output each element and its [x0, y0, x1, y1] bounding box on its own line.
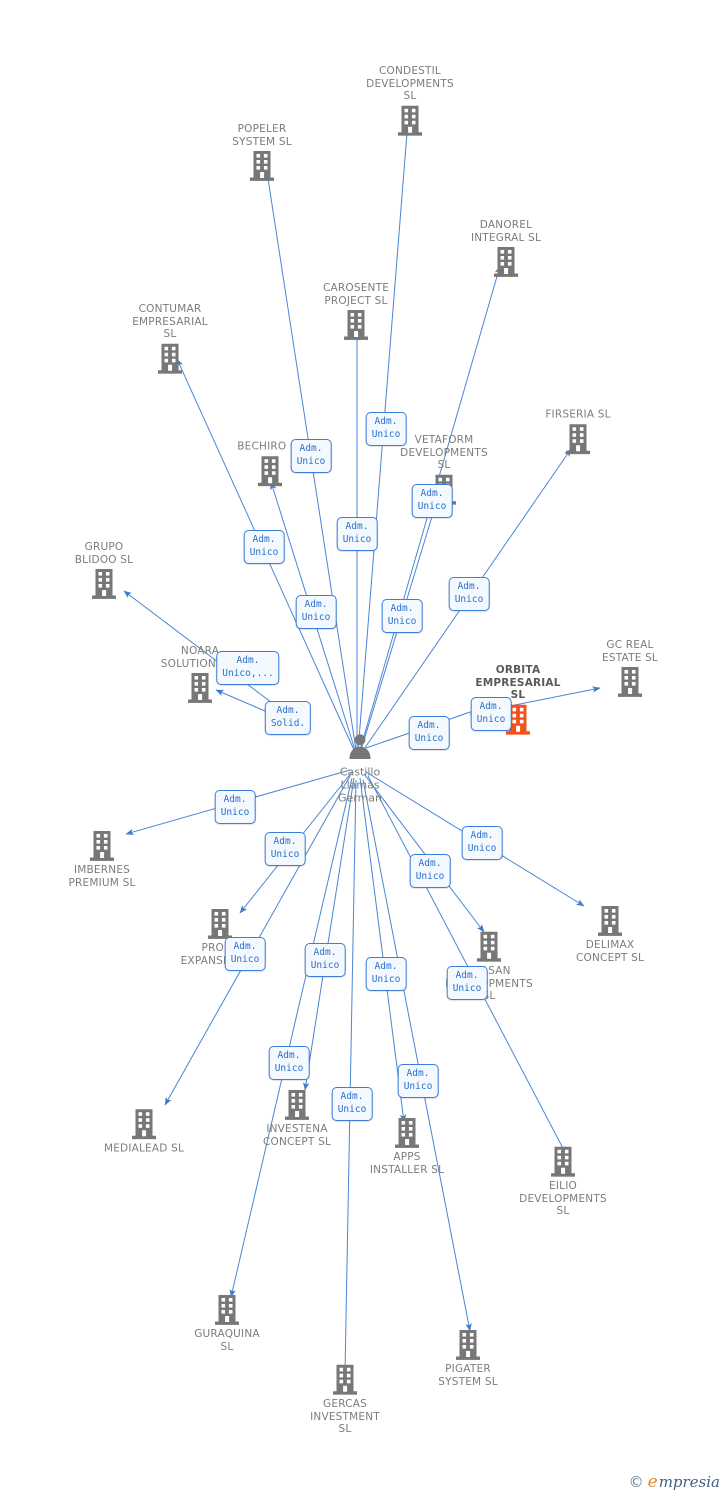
- building-icon: [474, 930, 504, 964]
- company-node-delimax[interactable]: DELIMAX CONCEPT SL: [545, 904, 675, 964]
- role-label-r16[interactable]: Adm. Unico: [409, 854, 451, 888]
- company-node-firseria[interactable]: FIRSERIA SL: [513, 408, 643, 456]
- building-icon: [563, 422, 593, 456]
- role-label-r6[interactable]: Adm. Unico: [448, 577, 490, 611]
- company-label: ORBITA EMPRESARIAL SL: [475, 663, 561, 701]
- role-label-r23[interactable]: Adm. Unico: [331, 1087, 373, 1121]
- building-icon: [255, 454, 285, 488]
- building-icon: [247, 149, 277, 183]
- role-label-r9[interactable]: Adm. Unico,...: [216, 651, 280, 685]
- company-label: GURAQUINA SL: [194, 1328, 260, 1353]
- building-icon: [185, 671, 215, 705]
- building-icon: [282, 1088, 312, 1122]
- company-node-pigater[interactable]: PIGATER SYSTEM SL: [403, 1328, 533, 1388]
- role-label-r4[interactable]: Adm. Unico: [243, 530, 285, 564]
- company-label: APPS INSTALLER SL: [369, 1151, 445, 1176]
- company-label: EILIO DEVELOPMENTS SL: [519, 1179, 607, 1217]
- company-node-gercas[interactable]: GERCAS INVESTMENT SL: [280, 1363, 410, 1436]
- role-label-r22[interactable]: Adm. Unico: [397, 1064, 439, 1098]
- role-label-r10[interactable]: Adm. Solid.: [264, 701, 312, 735]
- role-label-r20[interactable]: Adm. Unico: [446, 966, 488, 1000]
- building-icon: [341, 308, 371, 342]
- company-node-prasan[interactable]: PRASAN DEVELOPMENTS SL: [424, 930, 554, 1003]
- company-label: CONTUMAR EMPRESARIAL SL: [132, 302, 208, 340]
- building-icon: [89, 567, 119, 601]
- company-node-medialead[interactable]: MEDIALEAD SL: [79, 1107, 209, 1155]
- company-label: CONDESTIL DEVELOPMENTS SL: [366, 64, 454, 102]
- building-icon: [548, 1145, 578, 1179]
- role-label-r2[interactable]: Adm. Unico: [365, 412, 407, 446]
- role-label-r19[interactable]: Adm. Unico: [365, 957, 407, 991]
- company-node-apps[interactable]: APPS INSTALLER SL: [342, 1116, 472, 1176]
- role-label-r18[interactable]: Adm. Unico: [304, 943, 346, 977]
- company-node-eilio[interactable]: EILIO DEVELOPMENTS SL: [498, 1145, 628, 1218]
- company-label: INVESTENA CONCEPT SL: [262, 1123, 331, 1148]
- building-icon: [330, 1363, 360, 1397]
- building-icon: [205, 907, 235, 941]
- company-label: GERCAS INVESTMENT SL: [310, 1397, 380, 1435]
- company-node-grupo_blidoo[interactable]: GRUPO BLIDOO SL: [39, 541, 169, 601]
- role-label-r21[interactable]: Adm. Unico: [268, 1046, 310, 1080]
- company-label: IMBERNES PREMIUM SL: [68, 864, 136, 889]
- center-person-label: Castillo Llamas German: [337, 765, 383, 805]
- role-label-r11[interactable]: Adm. Unico: [470, 697, 512, 731]
- company-node-condestil[interactable]: CONDESTIL DEVELOPMENTS SL: [345, 65, 475, 138]
- graph-canvas: CONDESTIL DEVELOPMENTS SL POPELER SYSTEM …: [0, 0, 728, 1500]
- building-icon: [129, 1107, 159, 1141]
- watermark: © e mpresia: [629, 1472, 720, 1492]
- building-icon: [395, 103, 425, 137]
- building-icon: [87, 829, 117, 863]
- company-label: DANOREL INTEGRAL SL: [470, 219, 542, 244]
- company-label: PIGATER SYSTEM SL: [438, 1363, 498, 1388]
- brand-initial: e: [647, 1472, 658, 1492]
- person-icon: [345, 732, 375, 766]
- center-person-node[interactable]: Castillo Llamas German: [300, 732, 420, 805]
- company-label: DELIMAX CONCEPT SL: [575, 939, 644, 964]
- company-node-popeler[interactable]: POPELER SYSTEM SL: [197, 123, 327, 183]
- company-node-danorel[interactable]: DANOREL INTEGRAL SL: [441, 219, 571, 279]
- company-node-carosente[interactable]: CAROSENTE PROJECT SL: [291, 282, 421, 342]
- role-label-r3[interactable]: Adm. Unico: [411, 484, 453, 518]
- company-label: MEDIALEAD SL: [103, 1142, 185, 1155]
- company-node-guraquina[interactable]: GURAQUINA SL: [162, 1293, 292, 1353]
- company-label: POPELER SYSTEM SL: [232, 123, 292, 148]
- role-label-r7[interactable]: Adm. Unico: [295, 595, 337, 629]
- building-icon: [615, 665, 645, 699]
- edge-person-to-gercas: [341, 779, 357, 1374]
- role-label-r5[interactable]: Adm. Unico: [336, 517, 378, 551]
- role-label-r15[interactable]: Adm. Unico: [264, 832, 306, 866]
- role-label-r1[interactable]: Adm. Unico: [290, 439, 332, 473]
- role-label-r8[interactable]: Adm. Unico: [381, 599, 423, 633]
- company-label: GRUPO BLIDOO SL: [74, 541, 134, 566]
- company-label: GC REAL ESTATE SL: [602, 639, 658, 664]
- edge-person-to-investena: [303, 777, 355, 1091]
- building-icon: [212, 1293, 242, 1327]
- company-label: VETAFORM DEVELOPMENTS SL: [400, 433, 488, 471]
- company-node-propu[interactable]: PROPU EXPANSION SL: [155, 907, 285, 967]
- copyright-icon: ©: [628, 1473, 644, 1491]
- company-node-gc_real[interactable]: GC REAL ESTATE SL: [565, 639, 695, 699]
- role-label-r13[interactable]: Adm. Unico: [214, 790, 256, 824]
- company-label: FIRSERIA SL: [545, 408, 611, 421]
- brand-name: mpresia: [658, 1473, 720, 1491]
- role-label-r17[interactable]: Adm. Unico: [224, 937, 266, 971]
- role-label-r14[interactable]: Adm. Unico: [461, 826, 503, 860]
- building-icon: [392, 1116, 422, 1150]
- building-icon: [595, 904, 625, 938]
- company-label: CAROSENTE PROJECT SL: [322, 282, 390, 307]
- building-icon: [155, 341, 185, 375]
- building-icon: [453, 1328, 483, 1362]
- building-icon: [491, 245, 521, 279]
- company-node-imbernes[interactable]: IMBERNES PREMIUM SL: [37, 829, 167, 889]
- company-node-contumar[interactable]: CONTUMAR EMPRESARIAL SL: [105, 303, 235, 376]
